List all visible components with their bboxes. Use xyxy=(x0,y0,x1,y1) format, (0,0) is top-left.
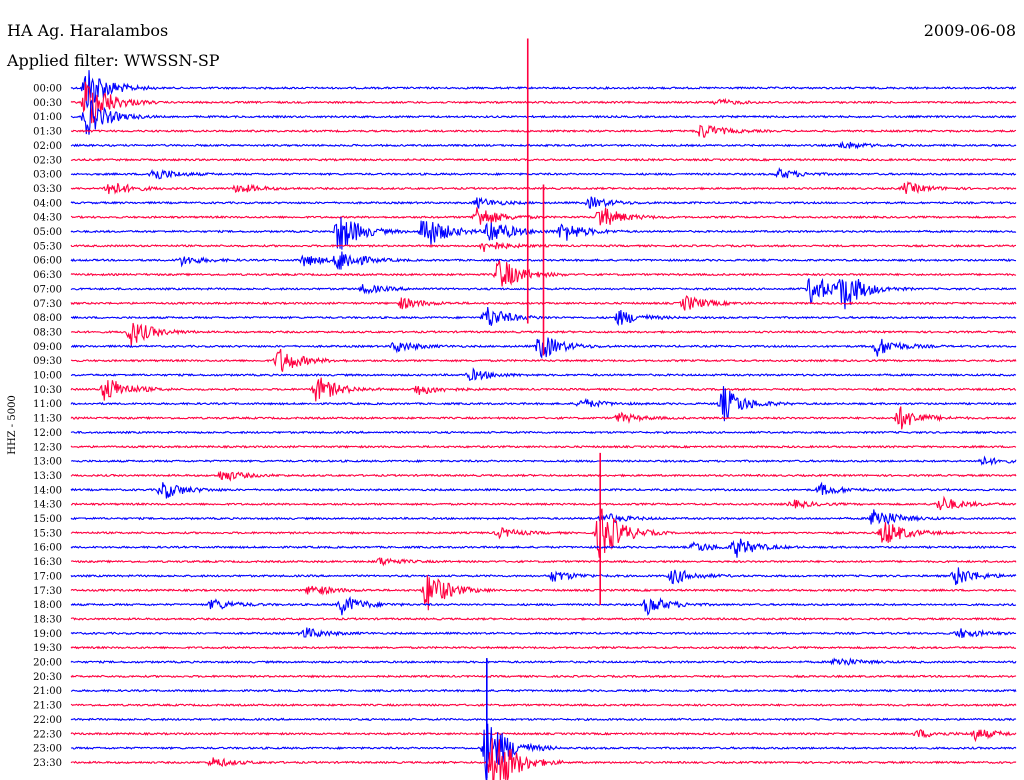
row-time-label: 09:30 xyxy=(33,356,62,367)
row-time-label: 03:00 xyxy=(33,170,62,181)
row-time-label: 06:30 xyxy=(33,270,62,281)
trace-line xyxy=(70,723,1017,780)
row-time-label: 06:00 xyxy=(33,256,62,267)
trace-line xyxy=(70,703,1017,708)
trace-line xyxy=(70,455,1017,467)
trace-line xyxy=(70,509,1016,526)
trace-line xyxy=(70,157,1016,162)
row-time-label: 13:30 xyxy=(33,471,62,482)
trace-line xyxy=(70,557,1017,567)
row-time-label: 18:00 xyxy=(33,600,62,611)
row-time-label: 13:00 xyxy=(33,457,62,468)
trace-line xyxy=(70,657,1017,666)
row-time-label: 21:00 xyxy=(33,686,62,697)
row-time-label: 08:00 xyxy=(33,313,62,324)
trace-line xyxy=(70,567,1017,586)
row-time-label: 05:00 xyxy=(33,227,62,238)
row-time-label: 19:00 xyxy=(33,629,62,640)
row-time-label: 02:00 xyxy=(33,141,62,152)
trace-line xyxy=(71,124,1017,138)
row-time-label: 10:00 xyxy=(33,371,62,382)
trace-line xyxy=(70,508,1017,558)
row-time-label: 16:30 xyxy=(33,557,62,568)
row-time-label: 22:30 xyxy=(33,729,62,740)
trace-line xyxy=(70,645,1017,650)
row-time-label: 07:30 xyxy=(33,299,62,310)
trace-line xyxy=(70,688,1017,693)
row-time-label: 08:30 xyxy=(33,327,62,338)
row-time-label: 11:00 xyxy=(33,399,62,410)
row-time-label: 02:30 xyxy=(33,155,62,166)
row-time-label: 15:30 xyxy=(33,528,62,539)
row-time-label: 17:30 xyxy=(33,586,62,597)
row-time-label: 22:00 xyxy=(33,715,62,726)
row-time-label: 14:30 xyxy=(33,500,62,511)
row-time-label: 04:00 xyxy=(33,198,62,209)
row-time-label: 23:30 xyxy=(33,758,62,769)
row-time-label: 12:30 xyxy=(33,442,62,453)
row-time-label: 11:30 xyxy=(33,414,62,425)
row-time-label: 23:00 xyxy=(33,744,62,755)
row-time-label: 01:30 xyxy=(33,127,62,138)
trace-line xyxy=(70,99,1017,135)
row-time-label: 03:30 xyxy=(33,184,62,195)
trace-line xyxy=(70,729,1017,743)
helicorder-chart: HHZ - 5000 00:00 00:30 01:00 01:30 02:00 02:3… xyxy=(7,38,1017,780)
trace-line xyxy=(70,627,1017,638)
row-time-label: 00:30 xyxy=(33,98,62,109)
trace-line xyxy=(70,595,1017,616)
row-time-label: 12:00 xyxy=(33,428,62,439)
trace-line xyxy=(70,674,1017,679)
trace-line xyxy=(70,495,1017,511)
trace-line xyxy=(70,166,1017,180)
trace-line xyxy=(70,616,1017,621)
trace-line xyxy=(70,140,1017,150)
row-time-label: 18:30 xyxy=(33,614,62,625)
row-time-label: 04:30 xyxy=(33,213,62,224)
row-time-label: 00:00 xyxy=(33,84,62,95)
trace-line xyxy=(70,717,1017,722)
row-time-label: 15:00 xyxy=(33,514,62,525)
row-time-label: 16:00 xyxy=(33,543,62,554)
trace-line xyxy=(70,386,1017,422)
row-time-label: 17:00 xyxy=(33,571,62,582)
row-time-label: 07:00 xyxy=(33,284,62,295)
row-time-label: 05:30 xyxy=(33,241,62,252)
trace-line xyxy=(70,430,1017,435)
trace-line xyxy=(70,538,1017,558)
traces-group xyxy=(70,38,1017,780)
trace-line xyxy=(70,367,1017,381)
trace-line xyxy=(70,406,1017,430)
y-axis-label: HHZ - 5000 xyxy=(7,395,18,455)
row-time-label: 10:30 xyxy=(33,385,62,396)
row-time-label: 20:00 xyxy=(33,658,62,669)
row-time-label: 09:00 xyxy=(33,342,62,353)
trace-line xyxy=(70,471,1017,482)
row-time-label: 19:30 xyxy=(33,643,62,654)
row-time-label: 01:00 xyxy=(33,112,62,123)
trace-line xyxy=(70,481,1017,499)
trace-line xyxy=(70,377,1017,402)
row-time-label: 14:00 xyxy=(33,485,62,496)
trace-line xyxy=(70,70,1017,109)
row-time-label: 20:30 xyxy=(33,672,62,683)
row-time-label: 21:30 xyxy=(33,701,62,712)
trace-line xyxy=(70,444,1017,449)
trace-line xyxy=(70,738,1017,780)
